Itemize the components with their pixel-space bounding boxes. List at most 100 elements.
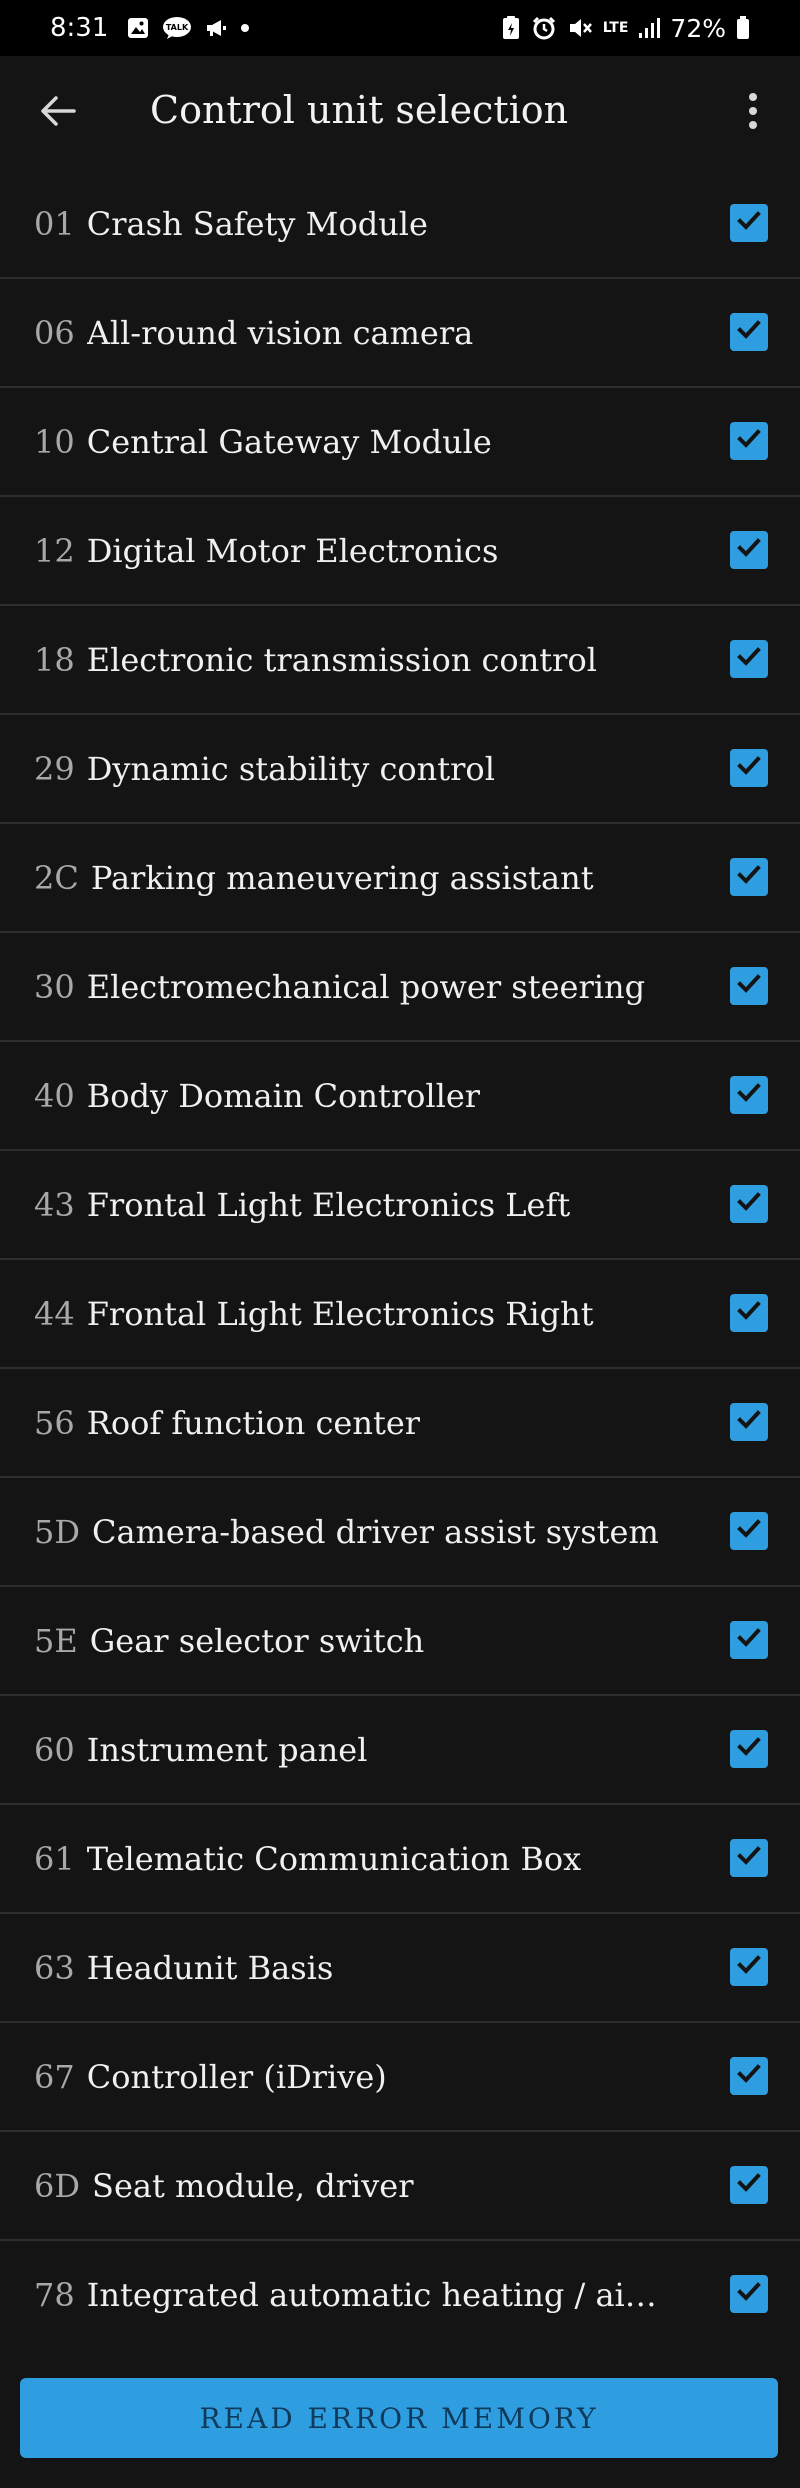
unit-checkbox[interactable] — [730, 1294, 768, 1332]
unit-checkbox[interactable] — [730, 1512, 768, 1550]
unit-checkbox[interactable] — [730, 1948, 768, 1986]
unit-label: 18 Electronic transmission control — [34, 606, 670, 713]
unit-name: Integrated automatic heating / air cond… — [86, 2275, 670, 2314]
unit-label: 43 Frontal Light Electronics Left — [34, 1151, 670, 1258]
unit-name: Central Gateway Module — [86, 422, 492, 461]
unit-checkbox[interactable] — [730, 313, 768, 351]
list-item-control-unit[interactable]: 06 All-round vision camera — [0, 279, 800, 388]
unit-checkbox[interactable] — [730, 1839, 768, 1877]
checkmark-icon — [734, 1732, 764, 1766]
unit-checkbox[interactable] — [730, 1730, 768, 1768]
unit-code: 18 — [34, 640, 75, 679]
list-item-control-unit[interactable]: 63 Headunit Basis — [0, 1914, 800, 2023]
checkmark-icon — [734, 1296, 764, 1330]
unit-name: Roof function center — [86, 1403, 421, 1442]
unit-checkbox[interactable] — [730, 204, 768, 242]
battery-level: 72% — [670, 13, 726, 43]
unit-name: Instrument panel — [86, 1730, 368, 1769]
checkmark-icon — [734, 533, 764, 567]
unit-label: 10 Central Gateway Module — [34, 388, 670, 495]
list-item-control-unit[interactable]: 2C Parking maneuvering assistant — [0, 824, 800, 933]
list-item-control-unit[interactable]: 67 Controller (iDrive) — [0, 2023, 800, 2132]
megaphone-icon — [204, 16, 228, 40]
unit-checkbox[interactable] — [730, 1403, 768, 1441]
unit-name: Camera-based driver assist system — [92, 1512, 659, 1551]
list-item-control-unit[interactable]: 5E Gear selector switch — [0, 1587, 800, 1696]
list-item-control-unit[interactable]: 60 Instrument panel — [0, 1696, 800, 1805]
unit-label: 5E Gear selector switch — [34, 1587, 670, 1694]
unit-checkbox[interactable] — [730, 749, 768, 787]
app-bar: Control unit selection — [0, 56, 800, 178]
unit-label: 67 Controller (iDrive) — [34, 2023, 670, 2130]
status-time: 8:31 — [50, 13, 109, 43]
list-item-control-unit[interactable]: 56 Roof function center — [0, 1369, 800, 1478]
unit-checkbox[interactable] — [730, 1076, 768, 1114]
list-item-control-unit[interactable]: 6D Seat module, driver — [0, 2132, 800, 2241]
unit-checkbox[interactable] — [730, 422, 768, 460]
unit-checkbox[interactable] — [730, 1621, 768, 1659]
unit-checkbox[interactable] — [730, 2166, 768, 2204]
mute-icon — [567, 15, 593, 41]
unit-label: 5D Camera-based driver assist system — [34, 1478, 670, 1585]
unit-code: 30 — [34, 967, 75, 1006]
unit-name: Crash Safety Module — [86, 204, 428, 243]
clipboard-battery-icon — [501, 15, 521, 41]
talk-icon: TALK — [162, 16, 192, 40]
unit-code: 5D — [34, 1512, 81, 1551]
list-item-control-unit[interactable]: 61 Telematic Communication Box — [0, 1805, 800, 1914]
back-button[interactable] — [28, 83, 88, 143]
status-right: LTE 72% — [501, 0, 750, 56]
list-item-control-unit[interactable]: 30 Electromechanical power steering — [0, 933, 800, 1042]
unit-label: 01 Crash Safety Module — [34, 170, 670, 277]
list-item-control-unit[interactable]: 40 Body Domain Controller — [0, 1042, 800, 1151]
list-item-control-unit[interactable]: 18 Electronic transmission control — [0, 606, 800, 715]
list-item-control-unit[interactable]: 29 Dynamic stability control — [0, 715, 800, 824]
checkmark-icon — [734, 1950, 764, 1984]
checkmark-icon — [734, 2277, 764, 2311]
list-item-control-unit[interactable]: 43 Frontal Light Electronics Left — [0, 1151, 800, 1260]
list-item-control-unit[interactable]: 10 Central Gateway Module — [0, 388, 800, 497]
unit-code: 78 — [34, 2275, 75, 2314]
list-item-control-unit[interactable]: 44 Frontal Light Electronics Right — [0, 1260, 800, 1369]
unit-code: 5E — [34, 1621, 78, 1660]
checkmark-icon — [734, 860, 764, 894]
more-options-button[interactable] — [728, 88, 778, 138]
status-left: 8:31 TALK — [50, 13, 250, 43]
unit-checkbox[interactable] — [730, 967, 768, 1005]
unit-checkbox[interactable] — [730, 640, 768, 678]
list-item-control-unit[interactable]: 12 Digital Motor Electronics — [0, 497, 800, 606]
page-title: Control unit selection — [150, 88, 569, 132]
unit-code: 40 — [34, 1076, 75, 1115]
unit-name: Frontal Light Electronics Left — [86, 1185, 571, 1224]
checkmark-icon — [734, 969, 764, 1003]
read-error-memory-button[interactable]: READ ERROR MEMORY — [20, 2378, 778, 2458]
unit-name: Parking maneuvering assistant — [90, 858, 594, 897]
dot-icon — [240, 23, 250, 33]
checkmark-icon — [734, 2059, 764, 2093]
unit-label: 63 Headunit Basis — [34, 1914, 670, 2021]
unit-name: Telematic Communication Box — [86, 1839, 582, 1878]
unit-checkbox[interactable] — [730, 1185, 768, 1223]
unit-name: Digital Motor Electronics — [86, 531, 499, 570]
signal-icon — [638, 17, 661, 39]
unit-label: 30 Electromechanical power steering — [34, 933, 670, 1040]
unit-code: 2C — [34, 858, 79, 897]
list-item-control-unit[interactable]: 5D Camera-based driver assist system — [0, 1478, 800, 1587]
checkmark-icon — [734, 1623, 764, 1657]
unit-label: 56 Roof function center — [34, 1369, 670, 1476]
list-item-control-unit[interactable]: 01 Crash Safety Module — [0, 170, 800, 279]
unit-checkbox[interactable] — [730, 531, 768, 569]
unit-checkbox[interactable] — [730, 2057, 768, 2095]
list-item-control-unit[interactable]: 78 Integrated automatic heating / air con… — [0, 2241, 800, 2348]
unit-code: 61 — [34, 1839, 75, 1878]
unit-checkbox[interactable] — [730, 858, 768, 896]
unit-checkbox[interactable] — [730, 2275, 768, 2313]
checkmark-icon — [734, 642, 764, 676]
control-unit-list: 01 Crash Safety Module 06 All-round vision … — [0, 170, 800, 2348]
unit-name: All-round vision camera — [86, 313, 474, 352]
battery-icon — [736, 16, 750, 40]
unit-code: 12 — [34, 531, 75, 570]
unit-label: 2C Parking maneuvering assistant — [34, 824, 670, 931]
unit-name: Electronic transmission control — [86, 640, 597, 679]
unit-code: 29 — [34, 749, 75, 788]
